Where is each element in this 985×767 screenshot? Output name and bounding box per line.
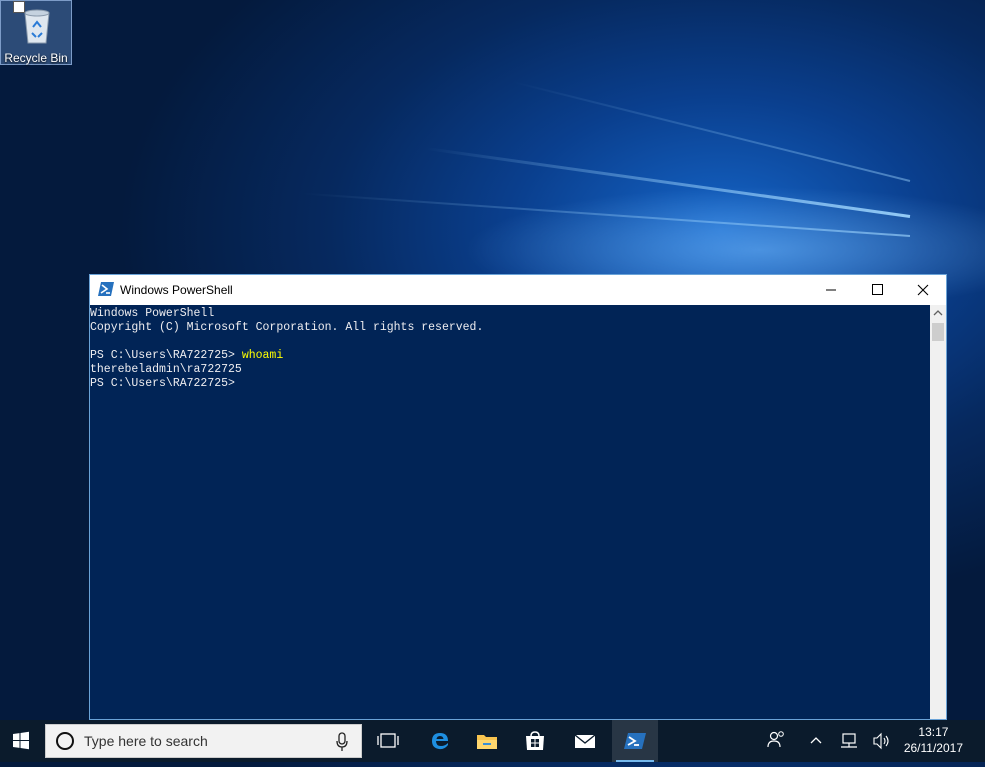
task-view-button[interactable] (365, 720, 411, 762)
taskbar-clock[interactable]: 13:17 26/11/2017 (904, 724, 963, 756)
scrollbar-thumb[interactable] (932, 323, 944, 341)
powershell-icon (624, 733, 646, 749)
console-prompt: PS C:\Users\RA722725> (90, 377, 235, 390)
console-line: Copyright (C) Microsoft Corporation. All… (90, 321, 484, 334)
minimize-button[interactable] (808, 275, 854, 305)
taskbar-store[interactable] (512, 720, 558, 762)
cortana-icon (56, 732, 74, 750)
console-prompt: PS C:\Users\RA722725> (90, 349, 242, 362)
desktop-icon-recycle-bin[interactable]: Recycle Bin (0, 0, 72, 65)
minimize-icon (826, 289, 836, 291)
chevron-up-icon[interactable] (806, 720, 826, 762)
file-explorer-icon (477, 735, 497, 749)
desktop-icon-label: Recycle Bin (4, 51, 68, 65)
store-icon (526, 731, 544, 750)
start-button[interactable] (0, 720, 42, 762)
scroll-up-icon[interactable] (930, 305, 946, 321)
taskbar-edge[interactable] (417, 720, 463, 762)
network-icon[interactable] (838, 720, 860, 762)
maximize-button[interactable] (854, 275, 900, 305)
taskbar: Type here to search 13:17 26/11/2017 (0, 720, 985, 762)
taskbar-powershell[interactable] (612, 720, 658, 762)
close-button[interactable] (900, 275, 946, 305)
taskbar-search-box[interactable]: Type here to search (45, 724, 362, 758)
close-icon (917, 284, 929, 296)
taskbar-mail[interactable] (562, 720, 608, 762)
people-icon[interactable] (764, 720, 788, 762)
powershell-window[interactable]: Windows PowerShell Windows PowerShell Co… (89, 274, 947, 720)
recycle-bin-icon (24, 9, 50, 44)
console-line: therebeladmin\ra722725 (90, 363, 242, 376)
clock-time: 13:17 (918, 725, 949, 739)
show-desktop-button[interactable] (975, 720, 985, 762)
edge-icon (432, 733, 448, 750)
maximize-icon (872, 284, 883, 295)
console-line: PS C:\Users\RA722725> whoami (90, 349, 283, 363)
vertical-scrollbar[interactable] (930, 305, 946, 719)
window-titlebar[interactable]: Windows PowerShell (90, 275, 946, 305)
mail-icon (574, 734, 596, 748)
microphone-icon[interactable] (335, 732, 349, 752)
task-view-icon (377, 733, 399, 748)
search-placeholder: Type here to search (84, 733, 208, 749)
volume-icon[interactable] (870, 720, 892, 762)
console-line: Windows PowerShell (90, 307, 215, 320)
console-output[interactable]: Windows PowerShell Copyright (C) Microso… (90, 305, 931, 719)
console-command: whoami (241, 349, 284, 362)
wallpaper-beam (301, 192, 911, 237)
window-title: Windows PowerShell (120, 283, 233, 297)
clock-date: 26/11/2017 (903, 741, 963, 755)
windows-logo-icon (13, 731, 29, 750)
taskbar-file-explorer[interactable] (464, 720, 510, 762)
powershell-icon (98, 282, 114, 296)
